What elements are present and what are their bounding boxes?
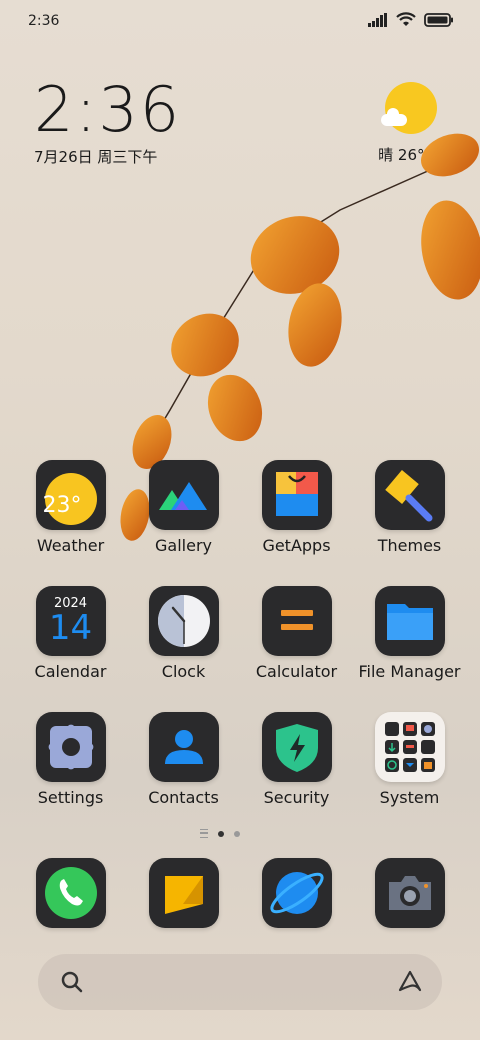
- app-security[interactable]: Security: [240, 712, 353, 807]
- app-weather[interactable]: 23° Weather: [14, 460, 127, 555]
- battery-icon: [424, 12, 453, 27]
- signal-icon: [368, 12, 387, 27]
- page-indicator[interactable]: [200, 829, 240, 838]
- search-bar[interactable]: [38, 954, 442, 1010]
- getapps-icon: [261, 460, 332, 530]
- wifi-icon: [396, 12, 416, 26]
- clock-icon: [148, 586, 219, 656]
- app-label: GetApps: [262, 536, 331, 555]
- app-calendar[interactable]: 2024 14 Calendar: [14, 586, 127, 681]
- contacts-icon: [148, 712, 219, 782]
- dock-phone[interactable]: [14, 858, 127, 928]
- app-label: Security: [263, 788, 330, 807]
- app-file-manager[interactable]: File Manager: [353, 586, 466, 681]
- app-label: Contacts: [148, 788, 219, 807]
- security-icon: [261, 712, 332, 782]
- app-calculator[interactable]: Calculator: [240, 586, 353, 681]
- calculator-icon: [261, 586, 332, 656]
- app-drawer-lines-icon: [200, 829, 208, 838]
- dock-browser[interactable]: [240, 858, 353, 928]
- app-contacts[interactable]: Contacts: [127, 712, 240, 807]
- page-dot-active: [218, 830, 224, 837]
- status-icons: [368, 12, 454, 27]
- app-settings[interactable]: Settings: [14, 712, 127, 807]
- app-themes[interactable]: Themes: [353, 460, 466, 555]
- app-system-folder[interactable]: System: [353, 712, 466, 807]
- app-label: File Manager: [358, 662, 461, 681]
- svg-text:23°: 23°: [42, 493, 81, 518]
- app-label: System: [379, 788, 440, 807]
- settings-icon: [35, 712, 106, 782]
- app-label: Calendar: [34, 662, 107, 681]
- app-label: Calculator: [255, 662, 338, 681]
- app-label: Settings: [37, 788, 104, 807]
- phone-icon: [35, 858, 106, 928]
- app-label: Clock: [161, 662, 206, 681]
- app-label: Weather: [36, 536, 105, 555]
- folder-icon: [374, 586, 445, 656]
- messages-icon: [148, 858, 219, 928]
- gallery-icon: [148, 460, 219, 530]
- status-bar: 2:36: [0, 0, 480, 42]
- dock-camera[interactable]: [353, 858, 466, 928]
- app-getapps[interactable]: GetApps: [240, 460, 353, 555]
- folder-grid-icon: [374, 712, 445, 782]
- assistant-icon[interactable]: [396, 968, 424, 994]
- status-time: 2:36: [28, 13, 60, 29]
- app-gallery[interactable]: Gallery: [127, 460, 240, 555]
- dock-messages[interactable]: [127, 858, 240, 928]
- weather-icon: 23°: [35, 460, 106, 530]
- camera-icon: [374, 858, 445, 928]
- page-dot: [234, 830, 240, 837]
- search-icon: [61, 971, 83, 993]
- app-label: Gallery: [155, 536, 212, 555]
- browser-icon: [261, 858, 332, 928]
- themes-icon: [374, 460, 445, 530]
- app-clock[interactable]: Clock: [127, 586, 240, 681]
- calendar-day: 14: [48, 608, 93, 648]
- app-label: Themes: [377, 536, 442, 555]
- calendar-icon: 2024 14: [35, 586, 106, 656]
